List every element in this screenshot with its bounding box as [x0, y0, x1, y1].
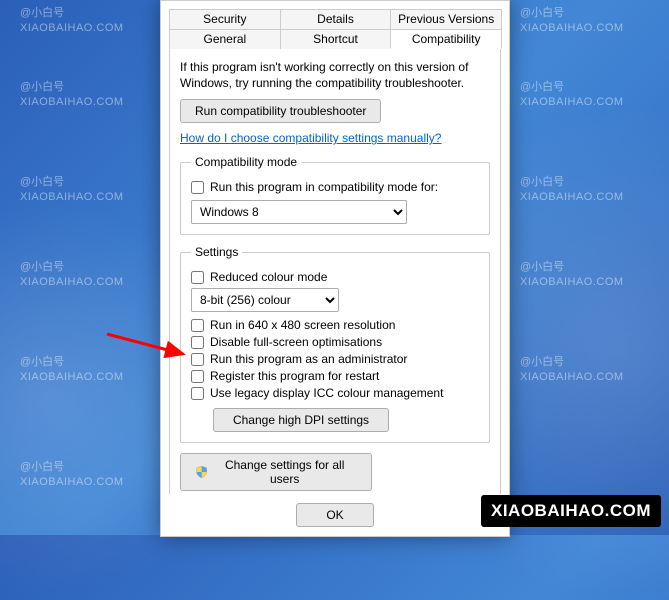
ok-button[interactable]: OK — [296, 503, 374, 527]
tab-details[interactable]: Details — [280, 9, 392, 29]
register-restart-checkbox[interactable] — [191, 370, 204, 383]
run-as-admin-label: Run this program as an administrator — [210, 352, 407, 366]
compatibility-mode-group: Compatibility mode Run this program in c… — [180, 155, 490, 235]
properties-dialog: Security Details Previous Versions Gener… — [160, 0, 510, 537]
compat-mode-checkbox[interactable] — [191, 181, 204, 194]
brand-logo: 小白号 XIAOBAIHAO.COM — [375, 495, 661, 527]
reduced-color-label: Reduced colour mode — [210, 270, 327, 284]
legacy-icc-label: Use legacy display ICC colour management — [210, 386, 443, 400]
tab-compatibility[interactable]: Compatibility — [390, 29, 502, 49]
disable-fullscreen-label: Disable full-screen optimisations — [210, 335, 382, 349]
wm-en: XIAOBAIHAO.COM — [20, 96, 124, 108]
run-640-label: Run in 640 x 480 screen resolution — [210, 318, 395, 332]
legacy-icc-checkbox[interactable] — [191, 387, 204, 400]
wm-cn: @小白号 — [20, 81, 64, 93]
change-dpi-button[interactable]: Change high DPI settings — [213, 408, 389, 432]
wm-cn: @小白号 — [520, 7, 564, 19]
settings-group: Settings Reduced colour mode 8-bit (256)… — [180, 245, 490, 443]
tab-general[interactable]: General — [169, 29, 281, 49]
run-as-admin-checkbox[interactable] — [191, 353, 204, 366]
logo-cn-text: 小白号 — [407, 495, 473, 527]
broadcast-icon — [375, 498, 401, 524]
register-restart-label: Register this program for restart — [210, 369, 379, 383]
disable-fullscreen-checkbox[interactable] — [191, 336, 204, 349]
tab-content-compatibility: If this program isn't working correctly … — [169, 48, 501, 526]
tab-shortcut[interactable]: Shortcut — [280, 29, 392, 49]
wm-en: XIAOBAIHAO.COM — [20, 22, 124, 34]
intro-text: If this program isn't working correctly … — [180, 59, 490, 91]
change-all-users-button[interactable]: Change settings for all users — [180, 453, 372, 491]
wm-cn: @小白号 — [20, 176, 64, 188]
wm-cn: @小白号 — [20, 7, 64, 19]
wm-en: XIAOBAIHAO.COM — [520, 22, 624, 34]
reduced-color-checkbox[interactable] — [191, 271, 204, 284]
logo-en-text: XIAOBAIHAO.COM — [481, 495, 661, 527]
compat-mode-legend: Compatibility mode — [191, 155, 301, 169]
tab-previous-versions[interactable]: Previous Versions — [390, 9, 502, 29]
change-all-users-label: Change settings for all users — [212, 458, 357, 486]
color-depth-select[interactable]: 8-bit (256) colour — [191, 288, 339, 312]
compat-os-select[interactable]: Windows 8 — [191, 200, 407, 224]
tabs: Security Details Previous Versions Gener… — [169, 9, 501, 49]
run-640-checkbox[interactable] — [191, 319, 204, 332]
settings-legend: Settings — [191, 245, 242, 259]
run-troubleshooter-button[interactable]: Run compatibility troubleshooter — [180, 99, 381, 123]
help-link[interactable]: How do I choose compatibility settings m… — [180, 131, 441, 145]
compat-mode-label: Run this program in compatibility mode f… — [210, 180, 438, 194]
shield-icon — [195, 465, 208, 479]
wm-cn: @小白号 — [520, 81, 564, 93]
tab-security[interactable]: Security — [169, 9, 281, 29]
